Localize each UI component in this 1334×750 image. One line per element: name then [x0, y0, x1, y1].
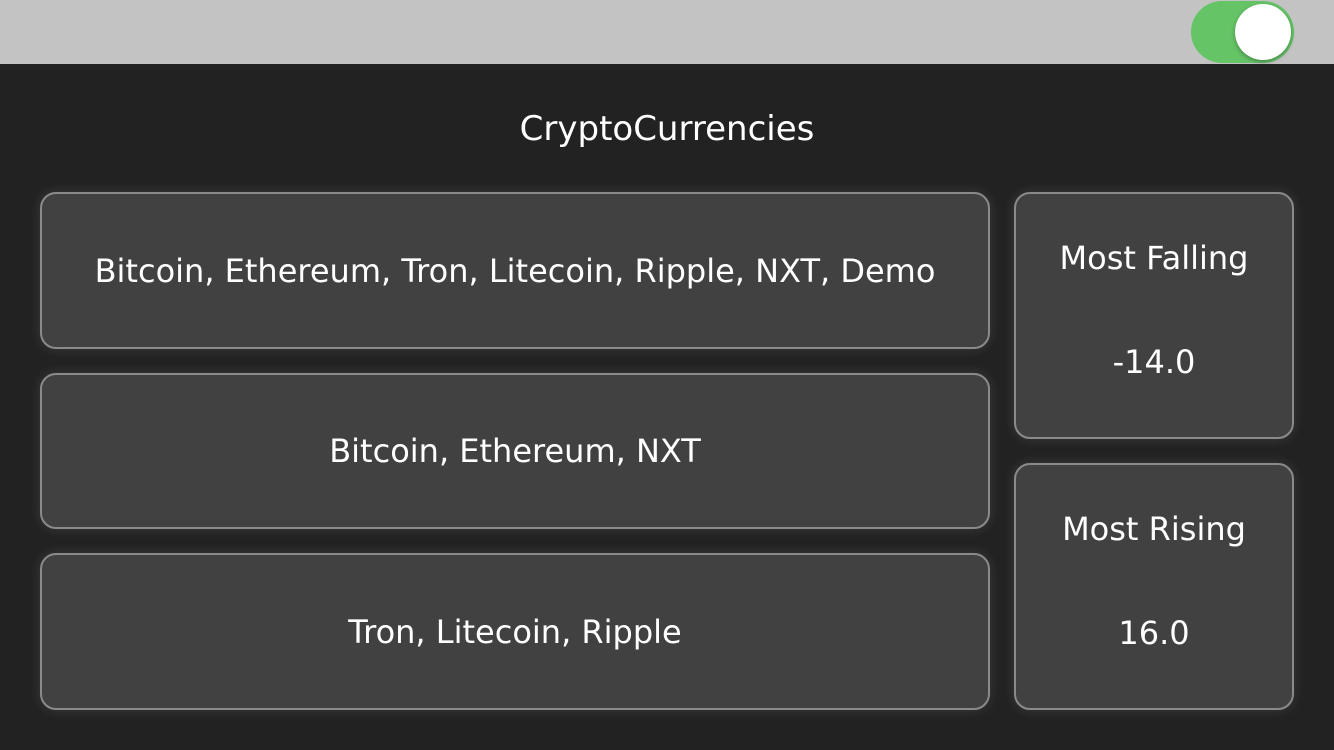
currency-group-3-button[interactable]: Tron, Litecoin, Ripple [40, 553, 990, 710]
currency-group-label: Bitcoin, Ethereum, Tron, Litecoin, Rippl… [94, 251, 936, 290]
theme-toggle[interactable] [1191, 1, 1294, 63]
currency-group-label: Tron, Litecoin, Ripple [348, 612, 682, 651]
most-rising-label: Most Rising [1062, 510, 1246, 548]
toggle-knob [1235, 4, 1291, 60]
currency-group-label: Bitcoin, Ethereum, NXT [329, 432, 701, 470]
top-bar [0, 0, 1334, 64]
most-falling-value: -14.0 [1112, 343, 1196, 381]
currency-group-2-button[interactable]: Bitcoin, Ethereum, NXT [40, 373, 990, 529]
most-falling-card[interactable]: Most Falling -14.0 [1014, 192, 1294, 439]
page-title: CryptoCurrencies [519, 109, 815, 149]
most-falling-label: Most Falling [1059, 239, 1249, 277]
most-rising-value: 16.0 [1118, 614, 1190, 652]
currency-group-all-button[interactable]: Bitcoin, Ethereum, Tron, Litecoin, Rippl… [40, 192, 990, 349]
most-rising-card[interactable]: Most Rising 16.0 [1014, 463, 1294, 710]
